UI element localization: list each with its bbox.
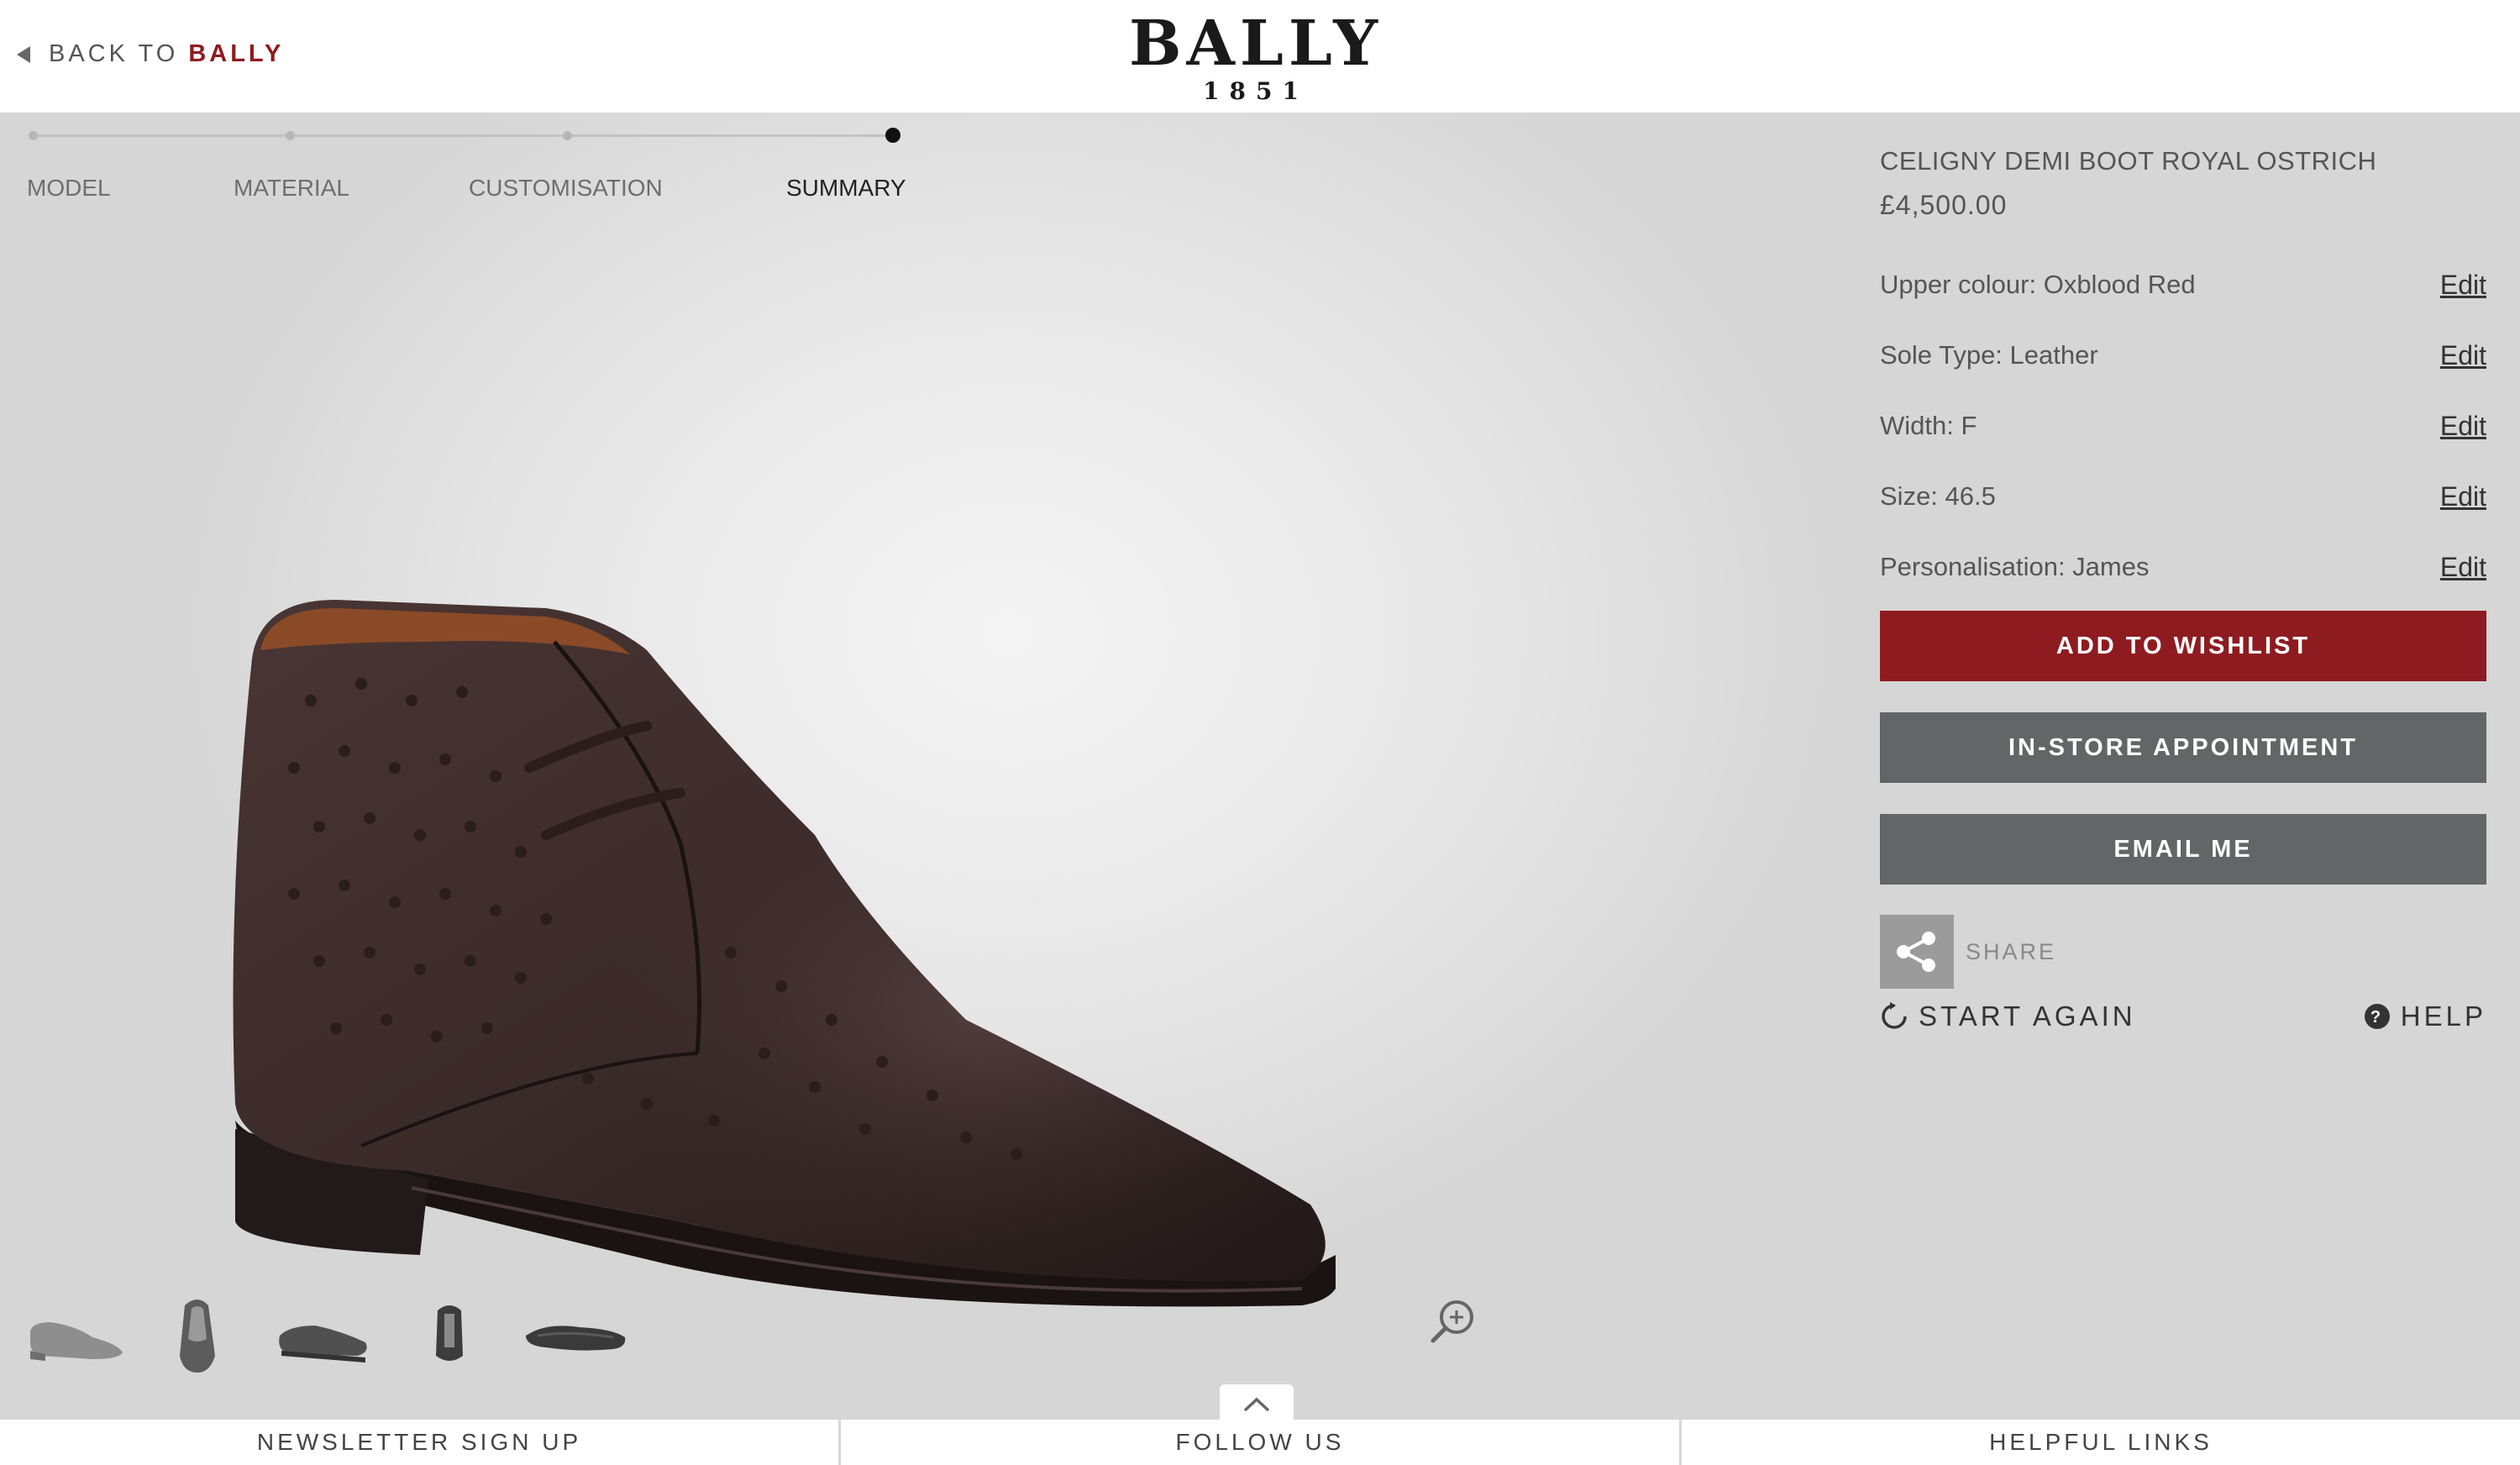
chevron-up-icon xyxy=(1243,1397,1270,1412)
start-again-button[interactable]: START AGAIN xyxy=(1880,1000,2136,1032)
thumbnail-side-view[interactable] xyxy=(25,1289,126,1381)
edit-personalisation-link[interactable]: Edit xyxy=(2440,552,2486,583)
thumbnail-sole-view[interactable] xyxy=(521,1289,630,1381)
logo-name: BALLY xyxy=(1128,8,1383,80)
follow-us-link[interactable]: FOLLOW US xyxy=(841,1420,1679,1465)
bally-logo[interactable]: BALLY 1851 xyxy=(1126,8,1386,104)
newsletter-sign-up-link[interactable]: NEWSLETTER SIGN UP xyxy=(0,1420,838,1465)
footer-toggle-tab[interactable] xyxy=(1220,1384,1294,1425)
option-label: Sole Type: Leather xyxy=(1880,340,2098,370)
share-icon xyxy=(1880,915,1954,989)
back-brand: BALLY xyxy=(188,40,285,67)
step-dot-summary[interactable] xyxy=(885,128,900,143)
actions-row: START AGAIN ? HELP xyxy=(1880,1000,2486,1032)
step-dot-customisation[interactable] xyxy=(563,131,572,140)
option-label: Upper colour: Oxblood Red xyxy=(1880,270,2196,299)
zoom-in-icon-graphic xyxy=(1431,1300,1473,1343)
option-personalisation: Personalisation: James Edit xyxy=(1880,532,2486,602)
thumbnail-back-view[interactable] xyxy=(424,1289,475,1381)
thumbnail-side-view-icon xyxy=(30,1322,123,1361)
step-customisation[interactable]: CUSTOMISATION xyxy=(469,175,663,202)
option-sole-type: Sole Type: Leather Edit xyxy=(1880,320,2486,391)
refresh-icon xyxy=(1882,1002,1907,1029)
edit-width-link[interactable]: Edit xyxy=(2440,411,2486,442)
share-label: SHARE xyxy=(1966,938,2057,964)
add-to-wishlist-button[interactable]: ADD TO WISHLIST xyxy=(1880,611,2486,681)
step-summary[interactable]: SUMMARY xyxy=(786,175,906,202)
option-upper-colour: Upper colour: Oxblood Red Edit xyxy=(1880,249,2486,320)
progress-steps: MODEL MATERIAL CUSTOMISATION SUMMARY xyxy=(27,128,906,201)
progress-line xyxy=(29,134,894,137)
boot-illustration xyxy=(233,600,1340,1307)
option-width: Width: F Edit xyxy=(1880,391,2486,461)
back-to-bally-link[interactable]: BACK TO BALLY xyxy=(17,40,284,68)
edit-sole-type-link[interactable]: Edit xyxy=(2440,340,2486,371)
step-dot-material[interactable] xyxy=(286,131,295,140)
option-label: Width: F xyxy=(1880,411,1977,440)
share-button[interactable]: SHARE xyxy=(1880,915,2486,989)
product-price: £4,500.00 xyxy=(1880,190,2008,220)
thumbnail-three-quarter-view[interactable] xyxy=(273,1289,374,1381)
step-dot-model[interactable] xyxy=(29,131,38,140)
svg-text:?: ? xyxy=(2370,1008,2384,1027)
summary-panel: CELIGNY DEMI BOOT ROYAL OSTRICH £4,500.0… xyxy=(1880,146,2486,1032)
share-icon-graphic xyxy=(1897,932,1935,972)
start-again-label: START AGAIN xyxy=(1919,1000,2136,1032)
option-label: Size: 46.5 xyxy=(1880,481,1996,511)
step-material[interactable]: MATERIAL xyxy=(234,175,349,202)
thumbnail-front-view-icon xyxy=(180,1300,215,1373)
thumbnail-front-view[interactable] xyxy=(168,1289,227,1381)
step-model[interactable]: MODEL xyxy=(27,175,111,202)
edit-upper-colour-link[interactable]: Edit xyxy=(2440,270,2486,301)
thumbnail-sole-view-icon xyxy=(526,1326,626,1351)
in-store-appointment-button[interactable]: IN-STORE APPOINTMENT xyxy=(1880,712,2486,783)
logo-year: 1851 xyxy=(1203,77,1309,105)
option-size: Size: 46.5 Edit xyxy=(1880,461,2486,532)
back-arrow-icon xyxy=(17,45,30,63)
help-icon: ? xyxy=(2364,1004,2390,1029)
helpful-links-link[interactable]: HELPFUL LINKS xyxy=(1682,1420,2520,1465)
configurator-stage: MODEL MATERIAL CUSTOMISATION SUMMARY CEL… xyxy=(0,113,2520,1420)
email-me-button[interactable]: EMAIL ME xyxy=(1880,814,2486,885)
footer: NEWSLETTER SIGN UP FOLLOW US HELPFUL LIN… xyxy=(0,1420,2520,1465)
thumbnail-back-view-icon xyxy=(436,1305,463,1361)
header: BACK TO BALLY BALLY 1851 xyxy=(0,0,2520,113)
option-label: Personalisation: James xyxy=(1880,552,2150,581)
edit-size-link[interactable]: Edit xyxy=(2440,481,2486,512)
boot-image[interactable] xyxy=(210,482,1340,1339)
help-button[interactable]: ? HELP xyxy=(2364,1000,2486,1032)
options-list: Upper colour: Oxblood Red Edit Sole Type… xyxy=(1880,249,2486,602)
zoom-in-icon[interactable] xyxy=(1428,1297,1478,1347)
product-name: CELIGNY DEMI BOOT ROYAL OSTRICH xyxy=(1880,146,2377,176)
back-prefix: BACK TO xyxy=(49,40,179,67)
thumbnail-three-quarter-view-icon xyxy=(279,1326,367,1363)
help-label: HELP xyxy=(2400,1000,2486,1032)
